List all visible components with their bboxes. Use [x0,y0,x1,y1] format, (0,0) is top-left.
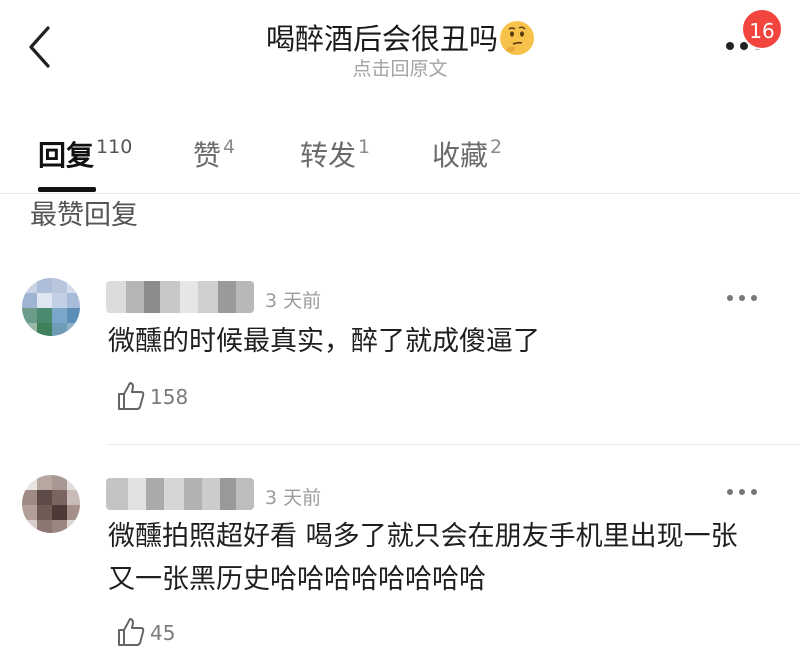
tab-reposts[interactable]: 转发 1 [300,134,370,178]
avatar[interactable] [22,278,80,336]
like-button[interactable]: 158 [116,380,196,414]
like-count: 158 [150,385,189,409]
comment-text: 微醺的时候最真实，醉了就成傻逼了 [108,326,540,357]
comment-time: 3 天前 [265,290,322,312]
thumbs-up-icon [118,618,145,646]
like-count: 45 [150,621,176,645]
tab-likes-label: 赞 [193,139,222,172]
comment-text: 微醺拍照超好看 喝多了就只会在朋友手机里出现一张又一张黑历史哈哈哈哈哈哈哈哈 [108,521,738,595]
like-button[interactable]: 45 [116,616,196,650]
more-horizontal-icon [727,489,757,495]
tab-favorites-label: 收藏 [432,139,489,172]
active-tab-indicator [38,187,96,192]
more-horizontal-icon [727,295,757,301]
comment-more-button[interactable] [724,482,764,502]
tab-likes[interactable]: 赞4 [193,134,235,178]
avatar[interactable] [22,475,80,533]
notification-badge: 16 [741,8,783,50]
tab-favorites-count: 2 [490,136,503,158]
comment-more-button[interactable] [724,288,764,308]
tab-reposts-count: 1 [358,136,371,158]
thumbs-up-icon [118,382,145,410]
comment-divider [106,444,800,445]
tab-replies-label: 回复 [38,139,95,172]
section-title: 最赞回复 [30,200,138,231]
username-blurred[interactable] [106,281,254,313]
thinking-face-emoji [500,21,534,55]
post-title-text: 喝醉酒后会很丑吗 [265,22,498,56]
tab-favorites[interactable]: 收藏 2 [432,134,502,178]
tab-likes-count: 4 [223,136,236,158]
post-title: 喝醉酒后会很丑吗 [0,16,800,58]
tab-reposts-label: 转发 [300,139,357,172]
tab-replies[interactable]: 回复 110 [38,134,132,178]
tab-replies-count: 110 [96,136,133,158]
back-to-original-link[interactable]: 点击回原文 [0,54,800,81]
comment-time: 3 天前 [265,487,322,509]
username-blurred[interactable] [106,478,254,510]
